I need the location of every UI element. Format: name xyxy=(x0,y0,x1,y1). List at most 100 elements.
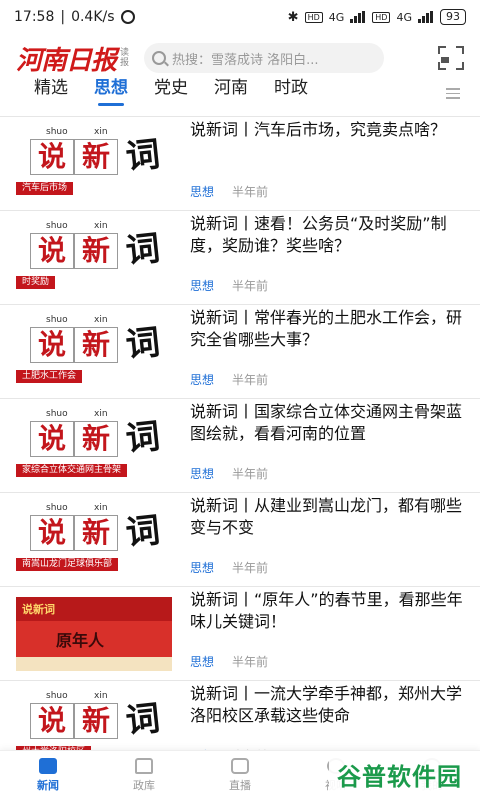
network-label-1: 4G xyxy=(328,10,345,24)
thumbnail-pinyin: xin xyxy=(94,503,108,513)
network-label-2: 4G xyxy=(396,10,412,24)
article-meta: 思想 半年前 xyxy=(190,465,268,482)
bottom-nav-1[interactable]: 政库 xyxy=(96,751,192,800)
thumbnail-char: 新 xyxy=(74,515,118,551)
article-thumbnail: shuo xin 说 新 词 土肥水工作会 xyxy=(16,315,172,389)
list-item[interactable]: shuo xin 说 新 词 州大学洛阳校区 说新词丨一流大学牵手神都，郑州大学… xyxy=(0,681,480,756)
thumbnail-pinyin: shuo xyxy=(46,691,68,701)
search-placeholder: 热搜：雪落成诗 洛阳白... xyxy=(172,52,319,68)
article-thumbnail: 说新词 原年人 xyxy=(16,597,172,671)
live-camera-icon xyxy=(231,758,249,774)
read-paper-link[interactable]: 读报 xyxy=(120,48,130,68)
article-thumbnail: shuo xin 说 新 词 时奖励 xyxy=(16,221,172,295)
article-meta: 思想 半年前 xyxy=(190,277,268,294)
tab-2[interactable]: 党史 xyxy=(154,76,188,110)
article-title[interactable]: 说新词丨国家综合立体交通网主骨架蓝图绘就，看看河南的位置 xyxy=(190,401,468,445)
article-category[interactable]: 思想 xyxy=(190,559,214,576)
tab-3[interactable]: 河南 xyxy=(214,76,248,110)
thumbnail-char: 词 xyxy=(123,228,162,272)
article-meta: 思想 半年前 xyxy=(190,653,268,670)
thumbnail-title: 原年人 xyxy=(56,631,105,650)
tab-0[interactable]: 精选 xyxy=(34,76,68,110)
list-item[interactable]: shuo xin 说 新 词 南嵩山龙门足球俱乐部 说新词丨从建业到嵩山龙门，都… xyxy=(0,493,480,587)
thumbnail-char: 说 xyxy=(30,515,74,551)
channel-tabs: 精选 思想 党史 河南 时政 xyxy=(0,76,480,112)
list-item[interactable]: 说新词 原年人 说新词丨“原年人”的春节里，看那些年味儿关键词！ 思想 半年前 xyxy=(0,587,480,681)
search-bar[interactable]: 热搜：雪落成诗 洛阳白... xyxy=(144,43,385,73)
channel-menu-icon[interactable] xyxy=(446,88,460,102)
article-meta: 思想 半年前 xyxy=(190,371,268,388)
article-title[interactable]: 说新词丨从建业到嵩山龙门，都有哪些变与不变 xyxy=(190,495,468,539)
bottom-nav-2[interactable]: 直播 xyxy=(192,751,288,800)
app-logo[interactable]: 河南日报 xyxy=(16,40,117,77)
article-title[interactable]: 说新词丨一流大学牵手神都，郑州大学洛阳校区承载这些使命 xyxy=(190,683,468,727)
article-list[interactable]: shuo xin 说 新 词 汽车后市场 说新词丨汽车后市场，究竟卖点啥？ 思想… xyxy=(0,116,480,756)
article-thumbnail: shuo xin 说 新 词 南嵩山龙门足球俱乐部 xyxy=(16,503,172,577)
status-time: 17:58 xyxy=(14,9,55,25)
thumbnail-char: 说 xyxy=(30,421,74,457)
article-title[interactable]: 说新词丨常伴春光的土肥水工作会，研究全省哪些大事？ xyxy=(190,307,468,351)
status-speed: 0.4K/s xyxy=(71,9,115,25)
article-thumbnail: shuo xin 说 新 词 汽车后市场 xyxy=(16,127,172,201)
thumbnail-char: 说 xyxy=(30,233,74,269)
article-time: 半年前 xyxy=(232,655,269,669)
bottom-nav-label: 政库 xyxy=(133,779,155,792)
article-category[interactable]: 思想 xyxy=(190,277,214,294)
thumbnail-ribbon: 汽车后市场 xyxy=(16,182,74,195)
thumbnail-char: 词 xyxy=(123,416,162,460)
list-item[interactable]: shuo xin 说 新 词 时奖励 说新词丨速看！公务员“及时奖励”制度，奖励… xyxy=(0,211,480,305)
thumbnail-pinyin: xin xyxy=(94,315,108,325)
thumbnail-char: 词 xyxy=(123,322,162,366)
thumbnail-ribbon: 时奖励 xyxy=(16,276,56,289)
article-title[interactable]: 说新词丨“原年人”的春节里，看那些年味儿关键词！ xyxy=(190,589,468,633)
list-item[interactable]: shuo xin 说 新 词 土肥水工作会 说新词丨常伴春光的土肥水工作会，研究… xyxy=(0,305,480,399)
status-separator: | xyxy=(60,9,66,25)
bottom-nav-label: 直播 xyxy=(229,779,251,792)
article-meta: 思想 半年前 xyxy=(190,183,268,200)
article-category[interactable]: 思想 xyxy=(190,653,214,670)
thumbnail-pinyin: shuo xyxy=(46,503,68,513)
thumbnail-char: 词 xyxy=(123,510,162,554)
bottom-nav-label: 新闻 xyxy=(37,779,59,792)
thumbnail-char: 新 xyxy=(74,421,118,457)
thumbnail-pinyin: xin xyxy=(94,691,108,701)
thumbnail-pinyin: shuo xyxy=(46,315,68,325)
bluetooth-icon: ✱ xyxy=(287,9,299,25)
signal-icon xyxy=(350,11,366,23)
scan-icon[interactable] xyxy=(438,46,464,70)
article-time: 半年前 xyxy=(232,561,269,575)
thumbnail-ribbon: 南嵩山龙门足球俱乐部 xyxy=(16,558,119,571)
watermark-text: 谷普软件园 xyxy=(337,762,462,791)
watermark-logo: 谷普软件园 xyxy=(329,754,470,794)
article-time: 半年前 xyxy=(232,467,269,481)
article-time: 半年前 xyxy=(232,279,269,293)
article-title[interactable]: 说新词丨速看！公务员“及时奖励”制度，奖励谁？奖些啥？ xyxy=(190,213,468,257)
article-meta: 思想 半年前 xyxy=(190,559,268,576)
tab-4[interactable]: 时政 xyxy=(274,76,308,110)
article-thumbnail: shuo xin 说 新 词 州大学洛阳校区 xyxy=(16,691,172,756)
article-category[interactable]: 思想 xyxy=(190,183,214,200)
thumbnail-char: 新 xyxy=(74,139,118,175)
app-header: 河南日报 读报 热搜：雪落成诗 洛阳白... xyxy=(0,34,480,82)
thumbnail-pinyin: xin xyxy=(94,221,108,231)
thumbnail-pinyin: shuo xyxy=(46,409,68,419)
news-icon xyxy=(39,758,57,774)
thumbnail-char: 词 xyxy=(123,698,162,742)
alarm-icon xyxy=(120,10,135,24)
article-category[interactable]: 思想 xyxy=(190,465,214,482)
bottom-nav-0[interactable]: 新闻 xyxy=(0,751,96,800)
article-title[interactable]: 说新词丨汽车后市场，究竟卖点啥？ xyxy=(190,119,468,141)
article-time: 半年前 xyxy=(232,373,269,387)
thumbnail-ribbon: 土肥水工作会 xyxy=(16,370,83,383)
status-bar: 17:58 | 0.4K/s ✱ HD 4G HD 4G 93 xyxy=(0,0,480,34)
article-category[interactable]: 思想 xyxy=(190,371,214,388)
list-item[interactable]: shuo xin 说 新 词 汽车后市场 说新词丨汽车后市场，究竟卖点啥？ 思想… xyxy=(0,117,480,211)
battery-icon: 93 xyxy=(440,9,466,25)
thumbnail-char: 说 xyxy=(30,139,74,175)
thumbnail-pinyin: shuo xyxy=(46,221,68,231)
thumbnail-char: 说 xyxy=(30,703,74,739)
house-icon xyxy=(135,758,153,774)
list-item[interactable]: shuo xin 说 新 词 家综合立体交通网主骨架 说新词丨国家综合立体交通网… xyxy=(0,399,480,493)
tab-1[interactable]: 思想 xyxy=(94,76,128,110)
search-icon xyxy=(152,51,167,65)
